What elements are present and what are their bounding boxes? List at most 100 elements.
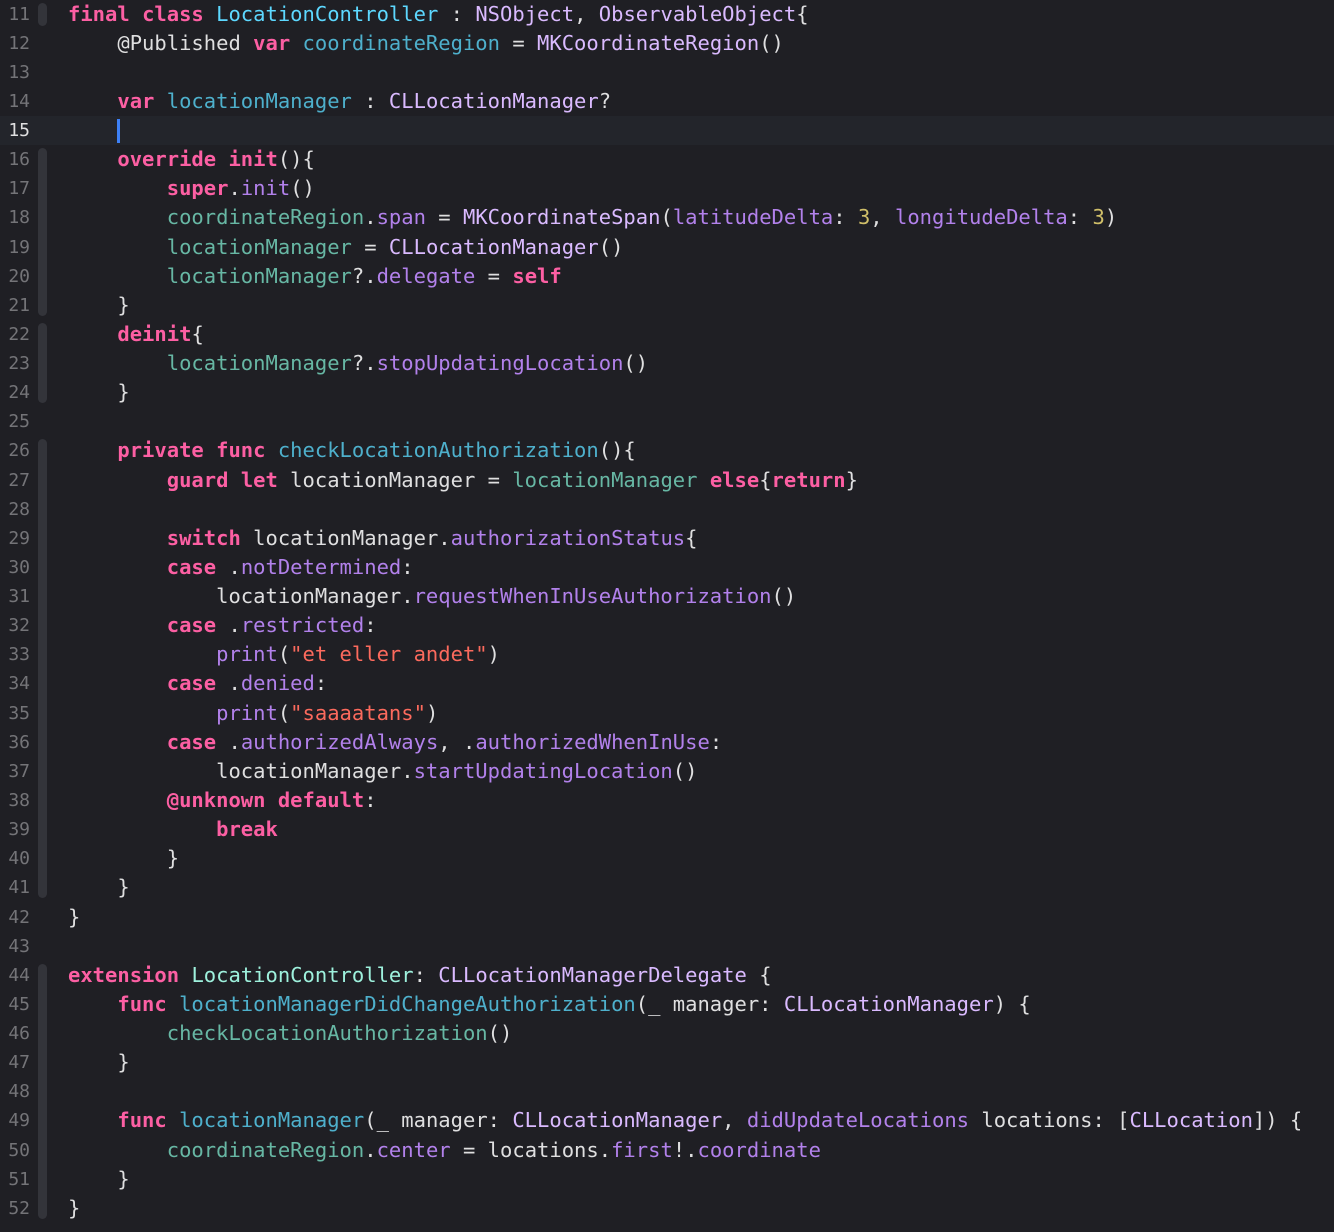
code-fold-ribbon[interactable] [38, 290, 47, 316]
code-text[interactable]: print("et eller andet") [68, 640, 500, 669]
code-line[interactable]: 35 print("saaaatans") [0, 698, 1334, 728]
code-line[interactable]: 43 [0, 932, 1334, 961]
code-fold-ribbon[interactable] [38, 2, 47, 26]
code-fold-ribbon[interactable] [38, 1106, 47, 1136]
code-fold-ribbon[interactable] [38, 174, 47, 204]
code-line[interactable]: 13 [0, 58, 1334, 87]
code-fold-ribbon[interactable] [38, 844, 47, 874]
code-line[interactable]: 36 case .authorizedAlways, .authorizedWh… [0, 727, 1334, 757]
code-text[interactable]: switch locationManager.authorizationStat… [68, 524, 698, 553]
code-fold-ribbon[interactable] [38, 1019, 47, 1049]
code-text[interactable]: } [68, 903, 80, 932]
code-line[interactable]: 31 locationManager.requestWhenInUseAutho… [0, 582, 1334, 612]
code-fold-ribbon[interactable] [38, 261, 47, 291]
code-text[interactable]: super.init() [68, 174, 315, 203]
code-line[interactable]: 40 } [0, 844, 1334, 874]
code-fold-ribbon[interactable] [38, 494, 47, 524]
code-line[interactable]: 19 locationManager = CLLocationManager() [0, 232, 1334, 262]
code-fold-ribbon[interactable] [38, 322, 47, 350]
code-text[interactable] [68, 116, 121, 145]
code-line[interactable]: 46 checkLocationAuthorization() [0, 1019, 1334, 1049]
code-line[interactable]: 18 coordinateRegion.span = MKCoordinateS… [0, 203, 1334, 233]
code-text[interactable]: coordinateRegion.span = MKCoordinateSpan… [68, 203, 1117, 232]
code-text[interactable]: func locationManagerDidChangeAuthorizati… [68, 990, 1030, 1019]
code-line[interactable]: 32 case .restricted: [0, 611, 1334, 641]
code-text[interactable]: print("saaaatans") [68, 699, 438, 728]
code-line[interactable]: 33 print("et eller andet") [0, 640, 1334, 670]
code-fold-ribbon[interactable] [38, 465, 47, 495]
code-fold-ribbon[interactable] [38, 1077, 47, 1107]
code-text[interactable]: var locationManager : CLLocationManager? [68, 87, 611, 116]
code-fold-ribbon[interactable] [38, 552, 47, 583]
code-text[interactable]: case .notDetermined: [68, 553, 414, 582]
code-fold-ribbon[interactable] [38, 815, 47, 845]
code-text[interactable]: } [68, 1165, 129, 1194]
code-line[interactable]: 48 [0, 1077, 1334, 1107]
code-text[interactable]: break [68, 815, 278, 844]
code-fold-ribbon[interactable] [38, 873, 47, 899]
code-line[interactable]: 28 [0, 494, 1334, 524]
code-text[interactable]: @Published var coordinateRegion = MKCoor… [68, 29, 784, 58]
code-fold-ribbon[interactable] [38, 640, 47, 670]
code-line[interactable]: 52} [0, 1193, 1334, 1223]
code-line[interactable]: 42} [0, 903, 1334, 932]
code-line[interactable]: 45 func locationManagerDidChangeAuthoriz… [0, 989, 1334, 1020]
code-editor[interactable]: 11 final class LocationController : NSObj… [0, 0, 1334, 1232]
code-text[interactable]: private func checkLocationAuthorization(… [68, 436, 635, 465]
code-text[interactable]: func locationManager(_ manager: CLLocati… [68, 1106, 1302, 1135]
code-line[interactable]: 38 @unknown default: [0, 786, 1334, 816]
code-fold-ribbon[interactable] [38, 232, 47, 262]
code-line[interactable]: 17 super.init() [0, 174, 1334, 204]
code-fold-ribbon[interactable] [38, 523, 47, 553]
code-fold-ribbon[interactable] [38, 611, 47, 641]
code-line[interactable]: 14 var locationManager : CLLocationManag… [0, 87, 1334, 116]
code-fold-ribbon[interactable] [38, 1193, 47, 1219]
code-text[interactable]: override init(){ [68, 145, 315, 174]
code-line[interactable]: 16 override init(){ [0, 145, 1334, 175]
code-fold-ribbon[interactable] [38, 698, 47, 728]
code-text[interactable]: checkLocationAuthorization() [68, 1019, 513, 1048]
code-fold-ribbon[interactable] [38, 1048, 47, 1078]
code-line[interactable]: 23 locationManager?.stopUpdatingLocation… [0, 349, 1334, 379]
code-line[interactable]: 50 coordinateRegion.center = locations.f… [0, 1135, 1334, 1165]
code-line[interactable]: 30 case .notDetermined: [0, 552, 1334, 583]
code-text[interactable]: } [68, 1194, 80, 1223]
code-text[interactable]: @unknown default: [68, 786, 377, 815]
code-text[interactable]: coordinateRegion.center = locations.firs… [68, 1136, 821, 1165]
code-text[interactable]: case .authorizedAlways, .authorizedWhenI… [68, 728, 722, 757]
code-fold-ribbon[interactable] [38, 786, 47, 816]
code-line[interactable]: 37 locationManager.startUpdatingLocation… [0, 756, 1334, 786]
code-text[interactable]: locationManager?.delegate = self [68, 262, 562, 291]
code-text[interactable]: locationManager.startUpdatingLocation() [68, 757, 697, 786]
code-text[interactable]: } [68, 1048, 129, 1077]
code-fold-ribbon[interactable] [38, 669, 47, 699]
code-fold-ribbon[interactable] [38, 582, 47, 612]
code-text[interactable]: extension LocationController: CLLocation… [68, 961, 772, 990]
code-text[interactable]: case .restricted: [68, 611, 377, 640]
code-text[interactable]: case .denied: [68, 669, 327, 698]
code-fold-ribbon[interactable] [38, 203, 47, 233]
code-line[interactable]: 21 } [0, 290, 1334, 320]
code-text[interactable]: } [68, 378, 129, 407]
code-line[interactable]: 39 break [0, 815, 1334, 845]
code-text[interactable]: locationManager = CLLocationManager() [68, 233, 624, 262]
code-line[interactable]: 29 switch locationManager.authorizationS… [0, 523, 1334, 553]
code-fold-ribbon[interactable] [38, 727, 47, 757]
code-fold-ribbon[interactable] [38, 148, 47, 175]
code-text[interactable]: } [68, 873, 129, 902]
code-line[interactable]: 11 final class LocationController : NSObj… [0, 0, 1334, 29]
code-line[interactable]: 27 guard let locationManager = locationM… [0, 465, 1334, 495]
code-line[interactable]: 47 } [0, 1048, 1334, 1078]
code-fold-ribbon[interactable] [38, 963, 47, 990]
code-text[interactable]: locationManager.requestWhenInUseAuthoriz… [68, 582, 796, 611]
code-fold-ribbon[interactable] [38, 349, 47, 379]
code-fold-ribbon[interactable] [38, 989, 47, 1020]
code-line[interactable]: 51 } [0, 1164, 1334, 1194]
code-fold-ribbon[interactable] [38, 1135, 47, 1165]
code-line[interactable]: 41 } [0, 873, 1334, 902]
code-line[interactable]: 25 [0, 407, 1334, 436]
code-line[interactable]: 44 extension LocationController: CLLocati… [0, 961, 1334, 990]
code-text[interactable]: locationManager?.stopUpdatingLocation() [68, 349, 648, 378]
code-text[interactable]: final class LocationController : NSObjec… [68, 0, 809, 29]
code-text[interactable]: } [68, 844, 179, 873]
